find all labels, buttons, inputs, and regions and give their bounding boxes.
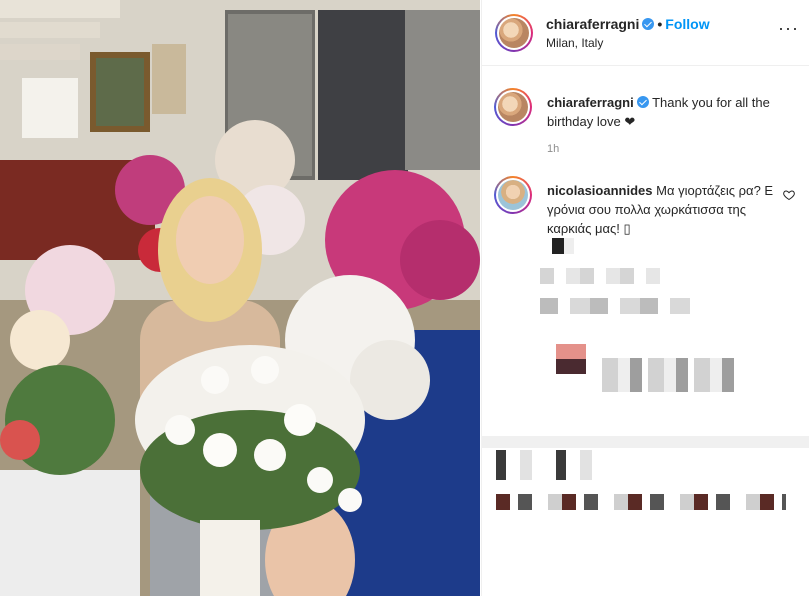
obscured-content	[540, 268, 660, 284]
follow-button[interactable]: Follow	[665, 16, 709, 32]
obscured-avatar	[556, 344, 586, 374]
verified-badge-icon	[636, 96, 649, 108]
caption-username[interactable]: chiaraferragni	[547, 95, 634, 110]
obscured-content	[540, 298, 690, 314]
caption-avatar[interactable]	[494, 88, 532, 126]
heart-icon[interactable]	[783, 189, 795, 201]
author-username[interactable]: chiaraferragni	[546, 16, 639, 32]
more-options-icon[interactable]: ···	[778, 18, 799, 39]
post-header: chiaraferragni • Follow Milan, Italy ···	[482, 0, 809, 66]
verified-badge-icon	[642, 18, 655, 30]
panel-divider	[481, 436, 809, 448]
post-side-panel: chiaraferragni • Follow Milan, Italy ··· c…	[481, 0, 809, 596]
separator-dot: •	[657, 16, 663, 32]
commenter-avatar[interactable]	[494, 176, 532, 214]
author-avatar[interactable]	[495, 14, 533, 52]
photo-illustration	[0, 0, 480, 596]
post-time[interactable]: 1h	[547, 143, 559, 155]
caption-text-line: chiaraferragni Thank you for all the bir…	[547, 93, 797, 131]
author-line: chiaraferragni • Follow	[546, 16, 710, 32]
obscured-content	[496, 494, 786, 510]
obscured-content	[602, 358, 738, 392]
location-link[interactable]: Milan, Italy	[546, 36, 603, 50]
comment-text-line: nicolasioannides Μα γιορτάζεις ρα? Ε γρό…	[547, 181, 777, 238]
obscured-content	[496, 450, 616, 480]
commenter-username[interactable]: nicolasioannides	[547, 183, 652, 198]
obscured-content	[540, 238, 574, 254]
post-photo[interactable]	[0, 0, 480, 596]
